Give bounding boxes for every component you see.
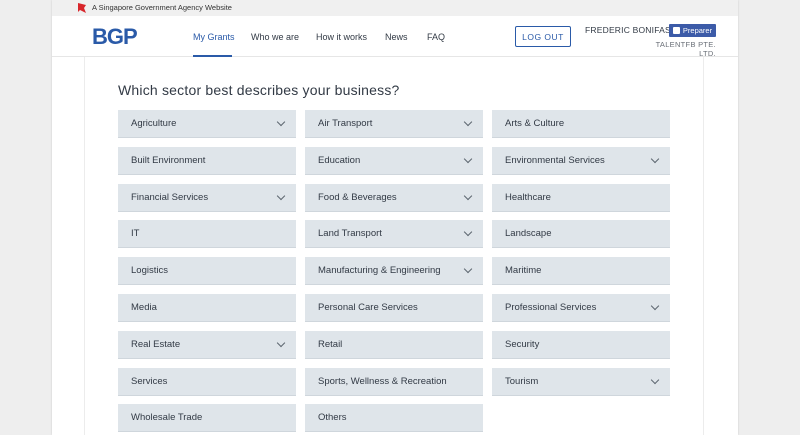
sector-label: Air Transport (318, 118, 373, 129)
chevron-down-icon (463, 191, 473, 200)
sector-option[interactable]: Landscape (492, 220, 670, 248)
sector-label: Agriculture (131, 118, 177, 129)
sector-option[interactable]: Manufacturing & Engineering (305, 257, 483, 285)
gov-masthead: A Singapore Government Agency Website (52, 0, 738, 16)
sector-option[interactable]: Agriculture (118, 110, 296, 137)
sector-label: Sports, Wellness & Recreation (318, 375, 447, 387)
sector-label: Healthcare (505, 191, 551, 203)
chevron-down-icon (276, 338, 286, 348)
chevron-down-icon (276, 191, 286, 200)
sector-label: Tourism (505, 375, 539, 387)
nav-who-we-are[interactable]: Who we are (251, 31, 299, 43)
sector-option[interactable]: Maritime (492, 257, 670, 285)
person-icon (672, 27, 680, 34)
bgp-logo[interactable]: BGP (92, 24, 138, 50)
sector-option[interactable]: Security (492, 330, 670, 358)
sector-label: Others (318, 412, 347, 424)
sector-option[interactable]: Professional Services (492, 294, 670, 321)
sector-label: Services (131, 375, 168, 387)
sector-label: Food & Beverages (318, 191, 397, 203)
role-badge: Preparer (669, 24, 716, 37)
sector-option[interactable]: Others (305, 404, 483, 432)
logout-button[interactable]: LOG OUT (515, 26, 571, 47)
sector-option[interactable]: Real Estate (118, 330, 296, 358)
sector-option[interactable]: IT (118, 220, 296, 248)
sector-label: IT (131, 228, 140, 240)
nav-how-it-works[interactable]: How it works (316, 31, 367, 43)
sector-option[interactable]: Services (118, 367, 296, 395)
chevron-down-icon (463, 154, 473, 164)
sector-question: Which sector best describes your busines… (118, 82, 400, 98)
chevron-down-icon (650, 154, 660, 164)
sector-option[interactable]: Retail (305, 330, 483, 358)
lion-head-icon (78, 3, 86, 13)
sector-option[interactable]: Healthcare (492, 183, 670, 211)
chevron-down-icon (650, 301, 660, 311)
sector-option[interactable]: Media (118, 294, 296, 321)
sector-option[interactable]: Built Environment (118, 146, 296, 174)
sector-label: Security (505, 338, 540, 350)
sector-option[interactable]: Financial Services (118, 183, 296, 211)
sector-option[interactable]: Sports, Wellness & Recreation (305, 367, 483, 395)
chevron-down-icon (650, 375, 660, 384)
user-name: FREDERIC BONIFASSY (585, 25, 683, 35)
sector-label: Wholesale Trade (131, 412, 203, 424)
sector-option[interactable]: Environmental Services (492, 146, 670, 174)
sector-option[interactable]: Food & Beverages (305, 183, 483, 211)
sector-label: Maritime (505, 265, 542, 277)
sector-label: Manufacturing & Engineering (318, 265, 441, 277)
sector-label: Built Environment (131, 154, 206, 166)
chevron-down-icon (463, 264, 473, 274)
sector-option[interactable]: Air Transport (305, 110, 483, 137)
sector-label: Landscape (505, 228, 552, 240)
sector-option[interactable]: Education (305, 146, 483, 174)
sector-option[interactable]: Wholesale Trade (118, 404, 296, 432)
sector-option[interactable]: Personal Care Services (305, 294, 483, 321)
chevron-down-icon (276, 117, 286, 127)
nav-my-grants[interactable]: My Grants (193, 31, 235, 43)
page-frame: A Singapore Government Agency Website BG… (52, 0, 738, 435)
sector-label: Financial Services (131, 191, 209, 203)
sector-option[interactable]: Arts & Culture (492, 110, 670, 137)
sector-label: Education (318, 154, 361, 166)
sector-option[interactable]: Logistics (118, 257, 296, 285)
sector-label: Personal Care Services (318, 302, 418, 313)
chevron-down-icon (463, 228, 473, 237)
sector-option[interactable]: Tourism (492, 367, 670, 395)
sector-label: Real Estate (131, 338, 181, 350)
role-label: Preparer (682, 26, 713, 35)
nav-faq[interactable]: FAQ (427, 31, 445, 43)
masthead-text: A Singapore Government Agency Website (92, 3, 232, 12)
sector-label: Arts & Culture (505, 118, 565, 129)
nav-news[interactable]: News (385, 31, 408, 43)
sector-label: Media (131, 302, 157, 313)
company-name: TALENTFB PTE. LTD. (655, 40, 716, 58)
sector-label: Land Transport (318, 228, 382, 240)
chevron-down-icon (463, 117, 473, 127)
top-navbar: BGP My Grants Who we are How it works Ne… (52, 16, 738, 58)
sector-label: Environmental Services (505, 154, 605, 166)
sector-option[interactable]: Land Transport (305, 220, 483, 248)
sector-label: Logistics (131, 265, 168, 277)
sector-label: Retail (318, 338, 343, 350)
sector-label: Professional Services (505, 302, 597, 313)
